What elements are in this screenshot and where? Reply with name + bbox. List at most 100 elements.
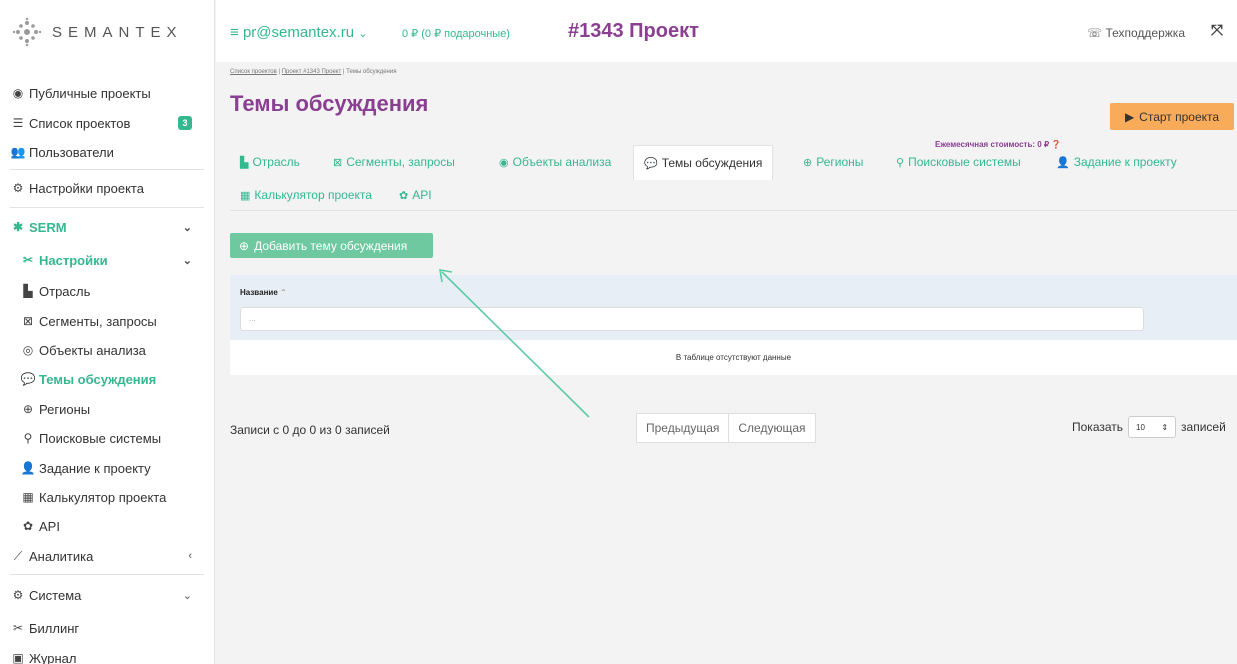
plus-circle-icon: ⊕: [239, 238, 250, 253]
prev-page-button[interactable]: Предыдущая: [637, 414, 728, 442]
sidebar-item-segments[interactable]: ⊠ Сегменты, запросы: [0, 308, 214, 334]
logo-icon: [12, 17, 42, 47]
sidebar-item-search-engines[interactable]: ⚲ Поисковые системы: [0, 425, 214, 451]
sidebar-item-projects-list[interactable]: ☰ Список проектов 3: [0, 110, 214, 136]
brand-name: SEMANTEX: [52, 23, 183, 41]
cogs-icon: ⚙: [12, 588, 24, 602]
sidebar-item-api[interactable]: ✿ API: [0, 513, 214, 539]
select-arrows-icon: ⇕: [1161, 422, 1169, 432]
tab-label: Отрасль: [252, 155, 300, 169]
eye-icon: ◉: [12, 86, 24, 100]
chevron-down-icon: ⌄: [182, 589, 192, 602]
sidebar-item-calculator[interactable]: ▦ Калькулятор проекта: [0, 484, 214, 510]
tab-api[interactable]: ✿ API: [389, 178, 442, 212]
tab-label: Объекты анализа: [512, 155, 612, 169]
sidebar-item-label: Настройки: [39, 252, 108, 268]
sidebar-item-public-projects[interactable]: ◉ Публичные проекты: [0, 80, 214, 106]
column-header-name[interactable]: Название ⌃: [240, 288, 287, 297]
column-header-label: Название: [240, 288, 278, 297]
gear-icon: ✿: [399, 189, 409, 202]
sidebar-item-project-task[interactable]: 👤 Задание к проекту: [0, 455, 214, 481]
name-filter-input[interactable]: ...: [240, 307, 1144, 331]
add-topic-label: Добавить тему обсуждения: [254, 238, 408, 253]
sidebar-item-label: SERM: [29, 219, 67, 235]
segments-icon: ⊠: [22, 314, 34, 328]
page-size-select[interactable]: 10 ⇕: [1128, 416, 1177, 438]
user-email[interactable]: pr@semantex.ru: [243, 24, 354, 41]
gear-icon: ✿: [22, 519, 34, 533]
tab-regions[interactable]: ⊕ Регионы: [793, 145, 873, 179]
table-header: Название ⌃ ...: [230, 275, 1237, 340]
tab-segments[interactable]: ⊠ Сегменты, запросы: [323, 145, 465, 179]
table-empty-message: В таблице отсутствуют данные: [230, 340, 1237, 375]
breadcrumb-projects[interactable]: Список проектов: [230, 69, 277, 75]
sidebar-item-label: Настройки проекта: [29, 180, 144, 196]
tab-analysis-objects[interactable]: ◉ Объекты анализа: [489, 145, 621, 179]
show-label: Показать: [1072, 420, 1124, 434]
sidebar-item-label: Темы обсуждения: [39, 371, 157, 387]
entries-label: записей: [1181, 420, 1226, 434]
user-edit-icon: 👤: [1056, 156, 1070, 169]
next-page-button[interactable]: Следующая: [728, 414, 814, 442]
chevron-down-icon: ⌄: [182, 221, 192, 234]
sidebar-item-settings[interactable]: ✂ Настройки ⌄: [0, 247, 214, 273]
industry-icon: ▙: [240, 156, 249, 169]
balance[interactable]: 0 ₽ (0 ₽ подарочные): [402, 27, 510, 40]
breadcrumb: Список проектов | Проект #1343 Проект | …: [230, 69, 397, 75]
sidebar-item-serm[interactable]: ✱ SERM ⌄: [0, 214, 214, 240]
hamburger-icon[interactable]: ≡: [230, 24, 239, 41]
sidebar-item-project-settings[interactable]: ⚙ Настройки проекта: [0, 175, 214, 201]
tab-label: Задание к проекту: [1073, 155, 1177, 169]
search-icon: ⚲: [896, 156, 905, 169]
chevron-down-icon: ⌄: [182, 254, 192, 267]
tabs-divider: [230, 210, 1237, 211]
tab-industry[interactable]: ▙ Отрасль: [230, 145, 310, 179]
tools-icon: ✂: [12, 621, 24, 635]
sidebar-item-label: Поисковые системы: [39, 430, 162, 446]
cogs-icon: ⚙: [12, 181, 24, 195]
sidebar-item-label: Объекты анализа: [39, 342, 146, 358]
breadcrumb-current: Темы обсуждения: [346, 69, 397, 75]
sidebar-item-label: API: [39, 518, 60, 534]
topbar: ≡ pr@semantex.ru ⌄ 0 ₽ (0 ₽ подарочные) …: [216, 0, 1237, 62]
support-link[interactable]: ☏ Техподдержка: [1087, 26, 1185, 40]
sidebar-item-regions[interactable]: ⊕ Регионы: [0, 396, 214, 422]
tab-label: Калькулятор проекта: [254, 188, 372, 202]
start-project-button[interactable]: ▶ Старт проекта: [1110, 103, 1234, 130]
support-label: Техподдержка: [1105, 26, 1185, 40]
tab-discussion-topics[interactable]: 💬 Темы обсуждения: [633, 145, 774, 180]
target-icon: ◉: [499, 156, 509, 169]
sidebar: SEMANTEX ◉ Публичные проекты ☰ Список пр…: [0, 0, 215, 664]
sort-icon: ⌃: [280, 288, 287, 297]
page-size-control: Показать 10 ⇕ записей: [1072, 416, 1226, 438]
tab-calculator[interactable]: ▦ Калькулятор проекта: [230, 178, 382, 212]
sidebar-item-journal[interactable]: ▣ Журнал: [0, 645, 214, 664]
expand-icon[interactable]: ⤧: [1211, 22, 1223, 39]
sidebar-item-label: Калькулятор проекта: [39, 489, 167, 505]
tab-label: Поисковые системы: [908, 155, 1021, 169]
user-menu[interactable]: ≡ pr@semantex.ru ⌄: [230, 24, 367, 41]
tab-label: Регионы: [816, 155, 864, 169]
tab-search-engines[interactable]: ⚲ Поисковые системы: [886, 145, 1031, 179]
breadcrumb-project[interactable]: Проект #1343 Проект: [282, 69, 342, 75]
sidebar-item-discussion-topics[interactable]: 💬 Темы обсуждения: [0, 366, 214, 392]
sidebar-item-label: Публичные проекты: [29, 85, 151, 101]
users-icon: 👥: [10, 145, 26, 159]
search-icon: ⚲: [23, 431, 33, 445]
sidebar-item-system[interactable]: ⚙ Система ⌄: [0, 582, 214, 608]
sidebar-item-label: Отрасль: [39, 283, 91, 299]
comments-icon: 💬: [644, 157, 658, 170]
sidebar-item-industry[interactable]: ▙ Отрасль: [0, 278, 214, 304]
globe-icon: ⊕: [803, 156, 813, 169]
add-topic-button[interactable]: ⊕ Добавить тему обсуждения: [230, 233, 433, 258]
tab-label: Сегменты, запросы: [346, 155, 455, 169]
sidebar-item-billing[interactable]: ✂ Биллинг: [0, 615, 214, 641]
tab-project-task[interactable]: 👤 Задание к проекту: [1046, 145, 1187, 179]
pagination: Предыдущая Следующая: [636, 413, 816, 443]
sidebar-item-analysis-objects[interactable]: ◎ Объекты анализа: [0, 337, 214, 363]
chevron-left-icon: ‹: [188, 550, 192, 562]
sidebar-item-analytics[interactable]: ⟋ Аналитика ‹: [0, 543, 214, 569]
sidebar-item-users[interactable]: 👥 Пользователи: [0, 139, 214, 165]
logo[interactable]: SEMANTEX: [0, 0, 214, 64]
tab-label: Темы обсуждения: [661, 156, 763, 170]
